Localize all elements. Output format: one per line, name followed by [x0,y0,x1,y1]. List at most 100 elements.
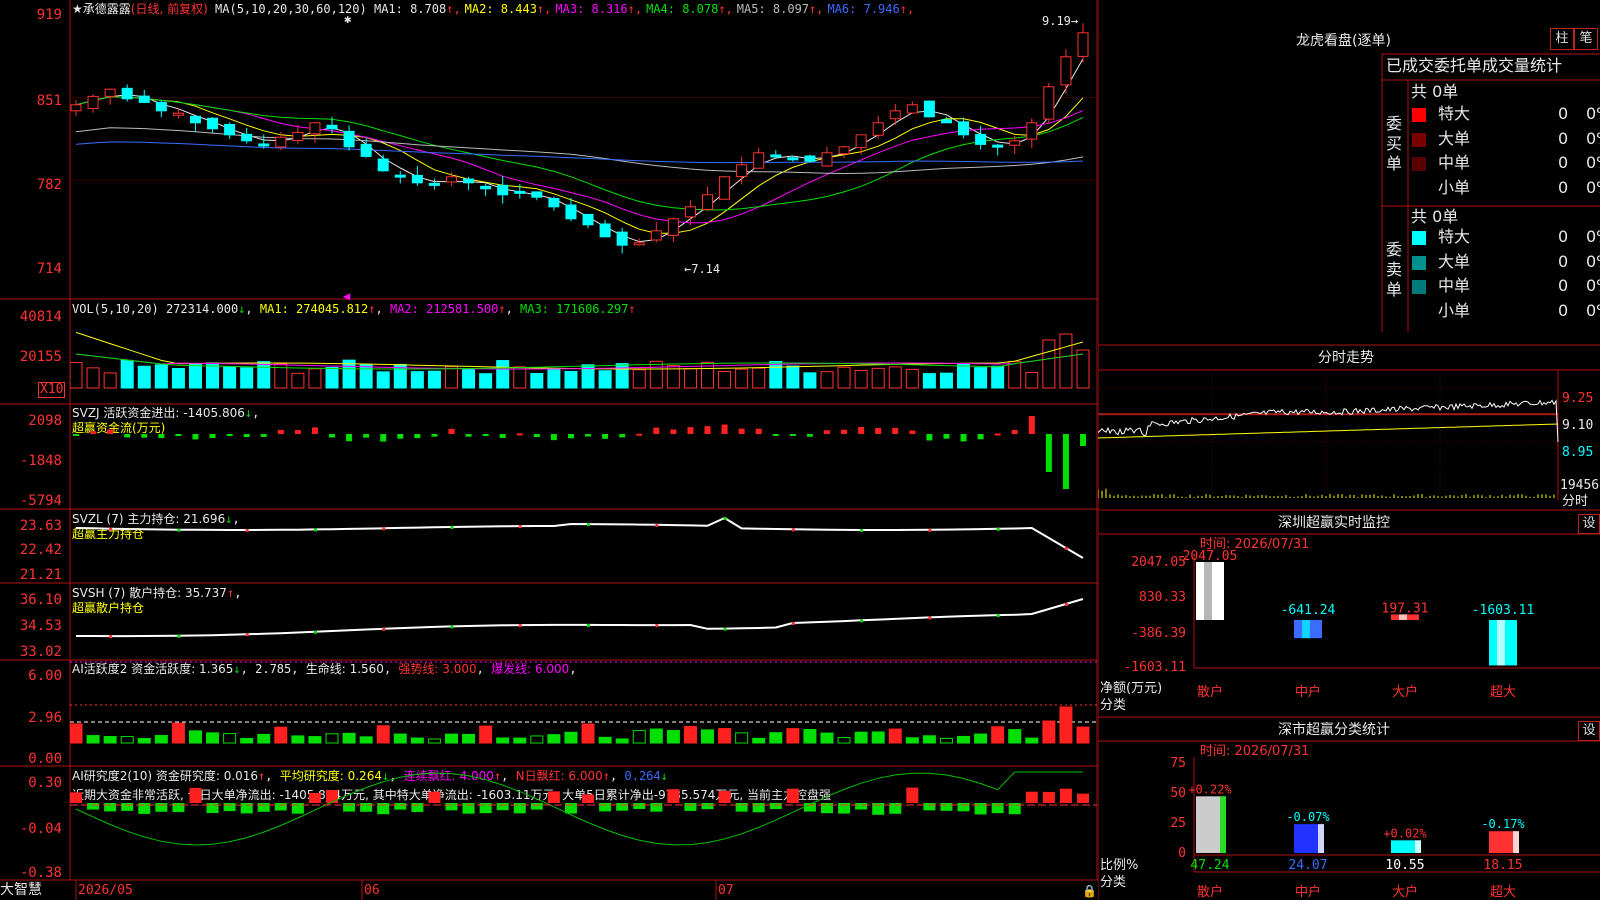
svzj-bar [107,429,114,434]
svzl-line-dot [791,528,795,532]
ai-research-bar [445,803,458,811]
svzj-bar [755,428,762,434]
sz-monitor-bar-label: 2047.05 [1183,549,1238,564]
svzj-bar [329,434,336,438]
svsh-line [76,598,1084,638]
svzl-line-dot [245,528,249,532]
svzl-line-dot [382,527,386,531]
svzj-bar [721,424,728,434]
ai-research-bar [189,787,202,803]
buy-total: 共 0单 [1411,82,1459,101]
volume-bar [223,366,237,389]
svzj-bar [977,434,984,440]
sell-name: 中单 [1438,276,1471,295]
tick-view-button[interactable]: 笔 [1574,28,1598,50]
main-chart-area[interactable]: ★承德露露(日线, 前复权) MA(5,10,20,30,60,120) MA1… [0,0,1098,900]
svzj-chart[interactable] [70,405,1097,509]
sell-color-swatch [1412,255,1426,270]
candle-body [70,104,82,112]
bar-view-button[interactable]: 柱 [1550,28,1574,50]
volume-bar [922,373,936,389]
volume-bar [427,370,441,389]
volume-axis-top: 40814 [19,309,62,325]
sz-monitor-chart[interactable]: 2047.05 830.33 -386.39 -1603.11 2047.05 散户 -64… [1098,534,1600,717]
sz-class-bar-edge [1415,840,1421,853]
ai-active-axis-top: 6.00 [28,668,62,684]
sz-monitor-axis-label: 830.33 [1139,590,1186,605]
volume-axis-mid: 20155 [19,349,62,365]
candle-body [599,223,611,238]
volume-bar [137,365,151,389]
volume-bar [1025,372,1039,389]
price-axis-782: 782 [36,177,62,193]
sell-row: 小单 0 0% [1410,301,1600,322]
ai-research-bar [923,803,936,811]
svzj-bar [277,429,284,434]
ai-research-bar [769,803,782,810]
svsh-line-dot [723,627,727,631]
svzl-chart[interactable] [70,510,1097,583]
sell-color-swatch [1412,280,1426,294]
ai-active-bar [206,732,220,744]
svzj-bar [380,434,387,442]
ai-active-bar [632,730,646,744]
ai-research-bar [940,803,953,811]
svzj-bar [294,430,301,434]
ai-active-bar [120,736,134,744]
ai-research-bar [530,803,543,810]
sz-class-change-label: +0.02% [1383,826,1427,840]
sz-class-chart[interactable]: 75 50 25 0 +0.22% 47.24 散户 -0.07% 24.07 中户 +0.02% 1… [1098,741,1600,900]
ai-research-bar [428,791,441,803]
candlestick-chart[interactable] [70,0,1097,299]
volume-bar [359,364,373,389]
candle-body [582,213,594,226]
sell-qty: 0 [1558,251,1569,271]
sell-row: 特大 0 0% [1410,228,1600,248]
candle-body [702,194,714,210]
sz-monitor-settings-button[interactable]: 设 [1578,514,1600,534]
sz-class-settings-button[interactable]: 设 [1578,721,1600,741]
ai-active-bar [342,732,356,744]
ai-active-bar [376,725,390,744]
candle-body [155,101,167,112]
sz-class-category: 中户 [1295,884,1321,900]
volume-bar [991,365,1005,389]
sz-class-value-label: 10.55 [1385,858,1424,873]
svzj-bar [738,428,745,434]
ai-active-bar [223,733,237,744]
ai-research-bar [582,794,595,803]
svzl-axis-top: 23.63 [19,518,62,534]
price-axis-851: 851 [36,93,62,109]
ai-active-chart[interactable] [70,661,1097,766]
svsh-axis-top: 36.10 [19,592,62,608]
candle-body [804,155,816,162]
intraday-chart[interactable] [1098,370,1600,510]
sz-class-axis-label: 25 [1170,816,1186,831]
svzj-bar [243,434,250,438]
ai-active-bar [735,732,749,744]
svzj-bar [960,434,967,442]
candle-body [719,176,731,200]
order-stats-header: 已成交委托单成交量统计 [1386,56,1563,75]
candle-body [770,154,782,158]
buy-row: 中单 0 0% [1410,154,1600,174]
candle-body [992,144,1004,148]
intraday-title: 分时走势 [1318,350,1374,366]
volume-unit-badge: X10 [38,382,66,398]
sz-monitor-bar-shade [1302,620,1310,639]
ai-research-chart[interactable] [70,767,1097,880]
ai-research-bar [1025,791,1038,803]
lock-icon[interactable]: 🔒 [1082,884,1097,898]
ai-research-bar [957,803,970,812]
right-panel: 龙虎看盘(逐单) 柱 笔 已成交委托单成交量统计 委买单 共 0单 特大00%大… [1098,0,1600,900]
svzl-axis-mid: 22.42 [19,542,62,558]
svzj-bar [175,434,182,437]
svzj-bar [858,427,865,434]
svzj-bar [550,434,557,441]
sz-monitor-bar-label: 197.31 [1382,601,1429,616]
svsh-chart[interactable] [70,584,1097,660]
volume-chart[interactable] [70,300,1097,404]
svzl-line-dot [655,523,659,527]
buy-row: 大单 0 0% [1410,129,1600,150]
sz-monitor-category: 中户 [1295,684,1321,700]
